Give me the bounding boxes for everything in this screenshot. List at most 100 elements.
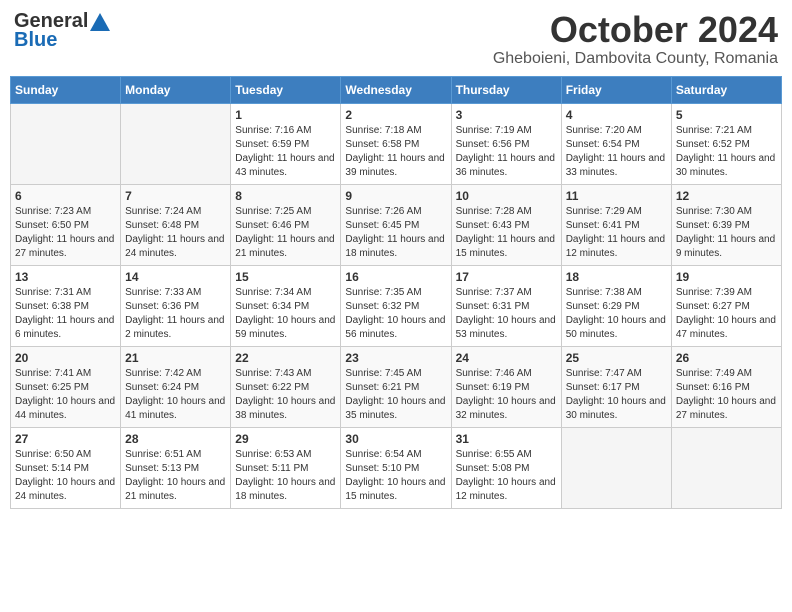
- day-info: Sunrise: 6:54 AM Sunset: 5:10 PM Dayligh…: [345, 448, 446, 504]
- logo-blue: Blue: [14, 29, 57, 52]
- calendar-cell: 8 Sunrise: 7:25 AM Sunset: 6:46 PM Daylig…: [231, 184, 341, 265]
- calendar-cell: 5 Sunrise: 7:21 AM Sunset: 6:52 PM Daylig…: [671, 103, 781, 184]
- calendar-cell: 3 Sunrise: 7:19 AM Sunset: 6:56 PM Daylig…: [451, 103, 561, 184]
- day-number: 3: [456, 108, 557, 122]
- day-number: 30: [345, 432, 446, 446]
- calendar-cell: 29 Sunrise: 6:53 AM Sunset: 5:11 PM Dayli…: [231, 427, 341, 508]
- calendar-cell: 30 Sunrise: 6:54 AM Sunset: 5:10 PM Dayli…: [341, 427, 451, 508]
- calendar-week-1: 1Sunrise: 7:16 AM Sunset: 6:59 PM Daylig…: [11, 103, 782, 184]
- logo: General Blue: [14, 10, 110, 52]
- day-number: 18: [566, 270, 667, 284]
- calendar-cell: 15Sunrise: 7:34 AM Sunset: 6:34 PM Dayli…: [231, 265, 341, 346]
- calendar-cell: 14 Sunrise: 7:33 AM Sunset: 6:36 PM Dayli…: [121, 265, 231, 346]
- day-info: Sunrise: 7:25 AM Sunset: 6:46 PM Dayligh…: [235, 205, 336, 261]
- day-info: Sunrise: 7:18 AM Sunset: 6:58 PM Dayligh…: [345, 124, 446, 180]
- day-info: Sunrise: 7:49 AM Sunset: 6:16 PM Dayligh…: [676, 367, 777, 423]
- weekday-header-monday: Monday: [121, 76, 231, 103]
- day-info: Sunrise: 7:45 AM Sunset: 6:21 PM Dayligh…: [345, 367, 446, 423]
- day-info: Sunrise: 7:46 AM Sunset: 6:19 PM Dayligh…: [456, 367, 557, 423]
- day-info: Sunrise: 7:34 AM Sunset: 6:34 PM Dayligh…: [235, 286, 336, 342]
- weekday-header-saturday: Saturday: [671, 76, 781, 103]
- day-number: 4: [566, 108, 667, 122]
- calendar-cell: 12Sunrise: 7:30 AM Sunset: 6:39 PM Dayli…: [671, 184, 781, 265]
- calendar-cell: 27 Sunrise: 6:50 AM Sunset: 5:14 PM Dayli…: [11, 427, 121, 508]
- day-info: Sunrise: 6:50 AM Sunset: 5:14 PM Dayligh…: [15, 448, 116, 504]
- day-number: 17: [456, 270, 557, 284]
- calendar-cell: 6 Sunrise: 7:23 AM Sunset: 6:50 PM Daylig…: [11, 184, 121, 265]
- calendar-cell: 28 Sunrise: 6:51 AM Sunset: 5:13 PM Dayli…: [121, 427, 231, 508]
- calendar-week-4: 20 Sunrise: 7:41 AM Sunset: 6:25 PM Dayli…: [11, 346, 782, 427]
- logo-icon: [88, 11, 110, 33]
- page-title: October 2024: [493, 10, 778, 50]
- day-number: 14: [125, 270, 226, 284]
- calendar-cell: 16Sunrise: 7:35 AM Sunset: 6:32 PM Dayli…: [341, 265, 451, 346]
- day-info: Sunrise: 7:35 AM Sunset: 6:32 PM Dayligh…: [345, 286, 446, 342]
- day-info: Sunrise: 7:41 AM Sunset: 6:25 PM Dayligh…: [15, 367, 116, 423]
- day-number: 19: [676, 270, 777, 284]
- weekday-header-tuesday: Tuesday: [231, 76, 341, 103]
- calendar-cell: 4 Sunrise: 7:20 AM Sunset: 6:54 PM Daylig…: [561, 103, 671, 184]
- day-number: 31: [456, 432, 557, 446]
- day-number: 8: [235, 189, 336, 203]
- calendar-cell: 21Sunrise: 7:42 AM Sunset: 6:24 PM Dayli…: [121, 346, 231, 427]
- day-info: Sunrise: 7:16 AM Sunset: 6:59 PM Dayligh…: [235, 124, 336, 180]
- calendar-cell: 18 Sunrise: 7:38 AM Sunset: 6:29 PM Dayli…: [561, 265, 671, 346]
- weekday-header-row: SundayMondayTuesdayWednesdayThursdayFrid…: [11, 76, 782, 103]
- day-info: Sunrise: 7:38 AM Sunset: 6:29 PM Dayligh…: [566, 286, 667, 342]
- calendar-cell: 17 Sunrise: 7:37 AM Sunset: 6:31 PM Dayli…: [451, 265, 561, 346]
- day-info: Sunrise: 7:26 AM Sunset: 6:45 PM Dayligh…: [345, 205, 446, 261]
- calendar-cell: 20 Sunrise: 7:41 AM Sunset: 6:25 PM Dayli…: [11, 346, 121, 427]
- weekday-header-sunday: Sunday: [11, 76, 121, 103]
- day-info: Sunrise: 7:23 AM Sunset: 6:50 PM Dayligh…: [15, 205, 116, 261]
- day-number: 2: [345, 108, 446, 122]
- calendar-cell: 19 Sunrise: 7:39 AM Sunset: 6:27 PM Dayli…: [671, 265, 781, 346]
- weekday-header-wednesday: Wednesday: [341, 76, 451, 103]
- page-subtitle: Gheboieni, Dambovita County, Romania: [493, 50, 778, 68]
- day-info: Sunrise: 7:20 AM Sunset: 6:54 PM Dayligh…: [566, 124, 667, 180]
- day-info: Sunrise: 6:55 AM Sunset: 5:08 PM Dayligh…: [456, 448, 557, 504]
- day-info: Sunrise: 7:19 AM Sunset: 6:56 PM Dayligh…: [456, 124, 557, 180]
- day-number: 12: [676, 189, 777, 203]
- day-info: Sunrise: 7:37 AM Sunset: 6:31 PM Dayligh…: [456, 286, 557, 342]
- calendar-week-3: 13Sunrise: 7:31 AM Sunset: 6:38 PM Dayli…: [11, 265, 782, 346]
- calendar-cell: 23 Sunrise: 7:45 AM Sunset: 6:21 PM Dayli…: [341, 346, 451, 427]
- day-number: 20: [15, 351, 116, 365]
- title-block: October 2024 Gheboieni, Dambovita County…: [493, 10, 778, 68]
- day-info: Sunrise: 7:43 AM Sunset: 6:22 PM Dayligh…: [235, 367, 336, 423]
- day-number: 29: [235, 432, 336, 446]
- calendar-cell: [561, 427, 671, 508]
- day-info: Sunrise: 7:24 AM Sunset: 6:48 PM Dayligh…: [125, 205, 226, 261]
- day-number: 27: [15, 432, 116, 446]
- day-info: Sunrise: 7:29 AM Sunset: 6:41 PM Dayligh…: [566, 205, 667, 261]
- calendar-cell: 2 Sunrise: 7:18 AM Sunset: 6:58 PM Daylig…: [341, 103, 451, 184]
- day-info: Sunrise: 7:39 AM Sunset: 6:27 PM Dayligh…: [676, 286, 777, 342]
- day-number: 5: [676, 108, 777, 122]
- calendar-cell: 26 Sunrise: 7:49 AM Sunset: 6:16 PM Dayli…: [671, 346, 781, 427]
- calendar-cell: 25Sunrise: 7:47 AM Sunset: 6:17 PM Dayli…: [561, 346, 671, 427]
- calendar-cell: 9 Sunrise: 7:26 AM Sunset: 6:45 PM Daylig…: [341, 184, 451, 265]
- day-info: Sunrise: 7:21 AM Sunset: 6:52 PM Dayligh…: [676, 124, 777, 180]
- day-number: 23: [345, 351, 446, 365]
- day-info: Sunrise: 6:53 AM Sunset: 5:11 PM Dayligh…: [235, 448, 336, 504]
- day-info: Sunrise: 7:33 AM Sunset: 6:36 PM Dayligh…: [125, 286, 226, 342]
- day-number: 28: [125, 432, 226, 446]
- day-number: 6: [15, 189, 116, 203]
- calendar-cell: [671, 427, 781, 508]
- day-number: 11: [566, 189, 667, 203]
- day-info: Sunrise: 6:51 AM Sunset: 5:13 PM Dayligh…: [125, 448, 226, 504]
- calendar-cell: 1Sunrise: 7:16 AM Sunset: 6:59 PM Daylig…: [231, 103, 341, 184]
- calendar-table: SundayMondayTuesdayWednesdayThursdayFrid…: [10, 76, 782, 509]
- calendar-cell: 13Sunrise: 7:31 AM Sunset: 6:38 PM Dayli…: [11, 265, 121, 346]
- weekday-header-friday: Friday: [561, 76, 671, 103]
- day-number: 26: [676, 351, 777, 365]
- day-number: 13: [15, 270, 116, 284]
- day-number: 21: [125, 351, 226, 365]
- calendar-cell: [11, 103, 121, 184]
- calendar-cell: 31 Sunrise: 6:55 AM Sunset: 5:08 PM Dayli…: [451, 427, 561, 508]
- day-number: 22: [235, 351, 336, 365]
- calendar-cell: 24Sunrise: 7:46 AM Sunset: 6:19 PM Dayli…: [451, 346, 561, 427]
- page-header: General Blue October 2024 Gheboieni, Dam…: [10, 10, 782, 68]
- day-number: 7: [125, 189, 226, 203]
- calendar-cell: 11 Sunrise: 7:29 AM Sunset: 6:41 PM Dayli…: [561, 184, 671, 265]
- day-number: 9: [345, 189, 446, 203]
